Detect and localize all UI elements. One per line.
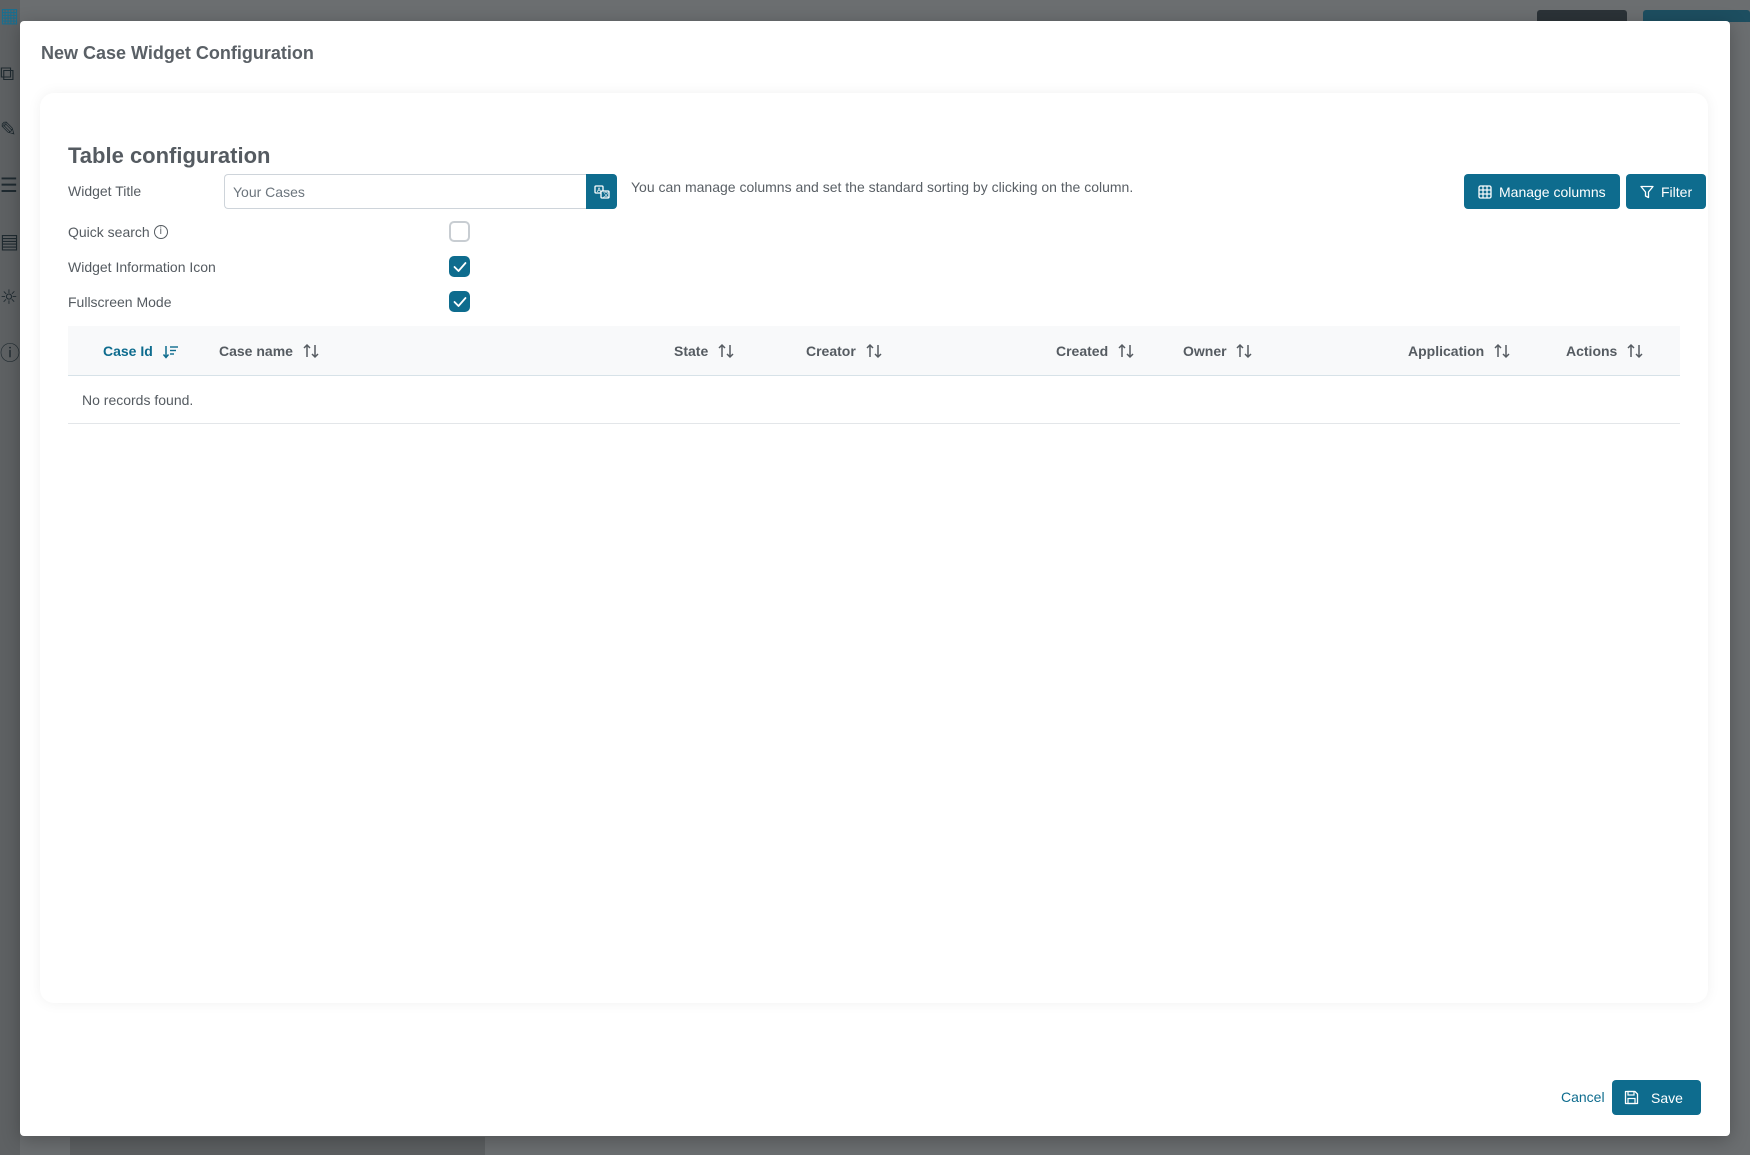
check-icon (453, 262, 467, 272)
table-configuration-card: Table configuration Widget Title A 文 You… (40, 93, 1708, 1003)
sort-descending-icon (162, 346, 178, 359)
sort-icon (1494, 343, 1510, 359)
svg-text:文: 文 (603, 191, 609, 199)
column-header-application[interactable]: Application (1408, 326, 1510, 376)
filter-icon (1640, 185, 1654, 198)
manage-columns-label: Manage columns (1499, 183, 1606, 200)
manage-columns-button[interactable]: Manage columns (1464, 174, 1620, 209)
widget-info-icon-label: Widget Information Icon (68, 259, 216, 275)
widget-title-label: Widget Title (68, 183, 142, 199)
process-icon: ⧉ (0, 61, 15, 85)
background-panel (70, 1137, 485, 1155)
column-header-creator[interactable]: Creator (806, 326, 882, 376)
sort-icon (1627, 343, 1643, 359)
table-columns-icon (1478, 184, 1492, 199)
column-header-case-name[interactable]: Case name (219, 326, 319, 376)
sort-icon (1118, 343, 1134, 359)
column-header-state[interactable]: State (674, 326, 734, 376)
cancel-button[interactable]: Cancel (1561, 1089, 1605, 1105)
empty-message: No records found. (82, 392, 194, 408)
filter-button[interactable]: Filter (1626, 174, 1707, 209)
translate-icon: A 文 (593, 184, 610, 199)
quick-search-checkbox[interactable] (449, 221, 470, 242)
translate-button[interactable]: A 文 (586, 174, 617, 209)
statistics-icon: ▤ (0, 229, 19, 253)
widget-title-input[interactable] (224, 174, 587, 209)
sort-icon (866, 343, 882, 359)
fullscreen-mode-label: Fullscreen Mode (68, 294, 172, 310)
check-icon (453, 297, 467, 307)
card-title: Table configuration (68, 143, 271, 168)
empty-table-row: No records found. (68, 376, 1680, 424)
info-icon[interactable]: i (153, 225, 168, 239)
cases-table: Case Id Case name State Creator Created … (68, 326, 1680, 424)
list-icon: ☰ (0, 173, 18, 197)
sort-icon (303, 343, 319, 359)
table-header: Case Id Case name State Creator Created … (68, 326, 1680, 376)
sort-icon (718, 343, 734, 359)
widget-configuration-dialog: New Case Widget Configuration Table conf… (20, 21, 1730, 1136)
quick-search-label: Quick search i (68, 224, 168, 240)
save-button[interactable]: Save (1612, 1080, 1701, 1115)
column-header-created[interactable]: Created (1056, 326, 1134, 376)
dialog-title: New Case Widget Configuration (41, 43, 314, 63)
save-label: Save (1651, 1089, 1683, 1106)
columns-hint: You can manage columns and set the stand… (631, 179, 1134, 195)
info-icon: ⓘ (0, 341, 20, 365)
column-header-case-id[interactable]: Case Id (103, 326, 179, 376)
column-header-actions[interactable]: Actions (1566, 326, 1643, 376)
filter-label: Filter (1661, 183, 1693, 200)
task-icon: ✎ (0, 117, 17, 141)
background-sidebar: ▦ ⧉ ✎ ☰ ▤ ☼ ⓘ (0, 0, 20, 1155)
dashboard-icon: ▦ (0, 3, 19, 27)
idea-icon: ☼ (0, 285, 18, 309)
widget-info-icon-checkbox[interactable] (449, 256, 470, 277)
fullscreen-mode-checkbox[interactable] (449, 291, 470, 312)
sort-icon (1236, 343, 1252, 359)
save-icon (1624, 1090, 1639, 1105)
column-header-owner[interactable]: Owner (1183, 326, 1252, 376)
